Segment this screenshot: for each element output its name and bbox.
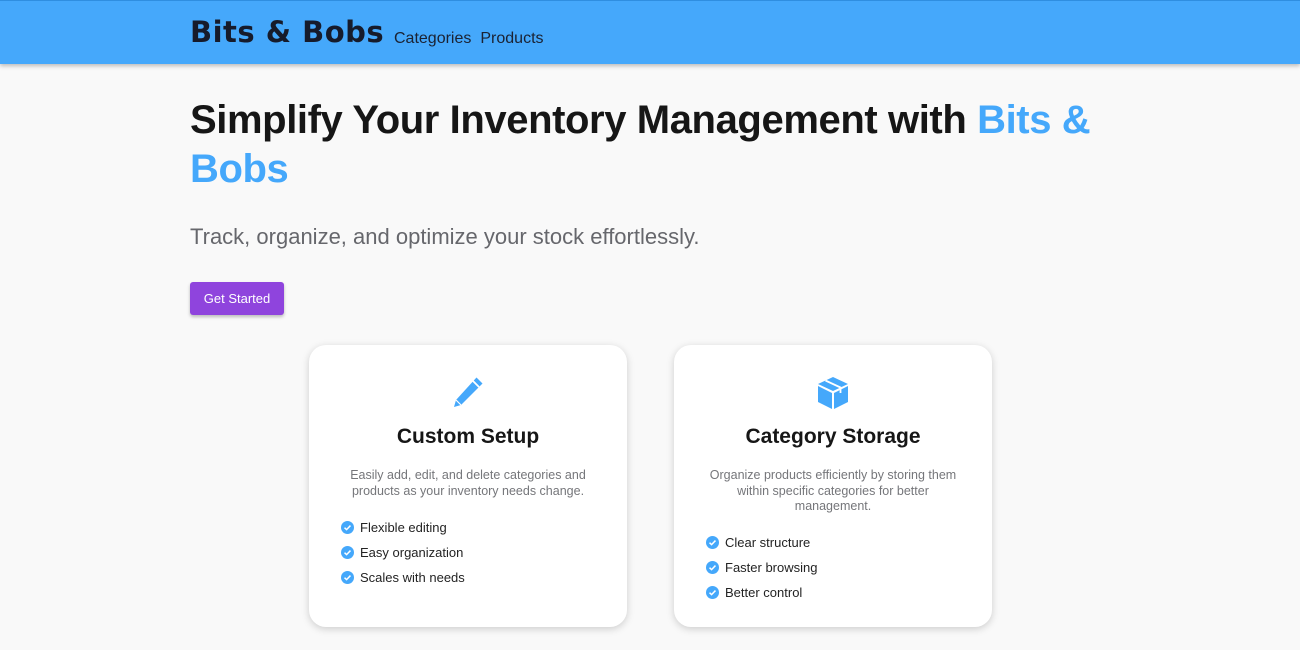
check-circle-icon	[341, 521, 354, 534]
check-circle-icon	[706, 561, 719, 574]
feature-item: Faster browsing	[706, 555, 817, 580]
feature-card-custom-setup: Custom Setup Easily add, edit, and delet…	[309, 345, 627, 627]
feature-label: Scales with needs	[360, 570, 465, 585]
hero-subtitle: Track, organize, and optimize your stock…	[190, 224, 700, 249]
feature-item: Easy organization	[341, 540, 465, 565]
feature-card-category-storage: Category Storage Organize products effic…	[674, 345, 992, 627]
feature-item: Scales with needs	[341, 565, 465, 590]
brand-logo[interactable]: Bits & Bobs	[190, 15, 384, 49]
get-started-button[interactable]: Get Started	[190, 282, 284, 315]
card-description: Organize products efficiently by storing…	[709, 468, 957, 513]
feature-label: Easy organization	[360, 545, 464, 560]
feature-label: Flexible editing	[360, 520, 447, 535]
hero-title: Simplify Your Inventory Management with …	[190, 96, 1110, 194]
nav-link-products[interactable]: Products	[480, 30, 543, 48]
hero-title-main: Simplify Your Inventory Management with	[190, 98, 978, 142]
nav-link-categories[interactable]: Categories	[394, 30, 471, 48]
card-description: Easily add, edit, and delete categories …	[350, 468, 586, 498]
check-circle-icon	[706, 586, 719, 599]
check-circle-icon	[706, 536, 719, 549]
feature-list: Flexible editing Easy organization Scale…	[341, 515, 465, 590]
feature-item: Clear structure	[706, 530, 817, 555]
navbar: Bits & Bobs Categories Products	[0, 0, 1300, 64]
pencil-icon	[454, 377, 483, 407]
feature-list: Clear structure Faster browsing Better c…	[706, 530, 817, 605]
cube-icon	[818, 377, 848, 409]
card-title: Category Storage	[745, 425, 921, 448]
feature-label: Clear structure	[725, 535, 811, 550]
check-circle-icon	[341, 571, 354, 584]
feature-label: Better control	[725, 585, 803, 600]
nav-links: Categories Products	[394, 30, 544, 48]
feature-item: Better control	[706, 580, 817, 605]
feature-label: Faster browsing	[725, 560, 818, 575]
check-circle-icon	[341, 546, 354, 559]
feature-item: Flexible editing	[341, 515, 465, 540]
card-title: Custom Setup	[396, 425, 540, 448]
